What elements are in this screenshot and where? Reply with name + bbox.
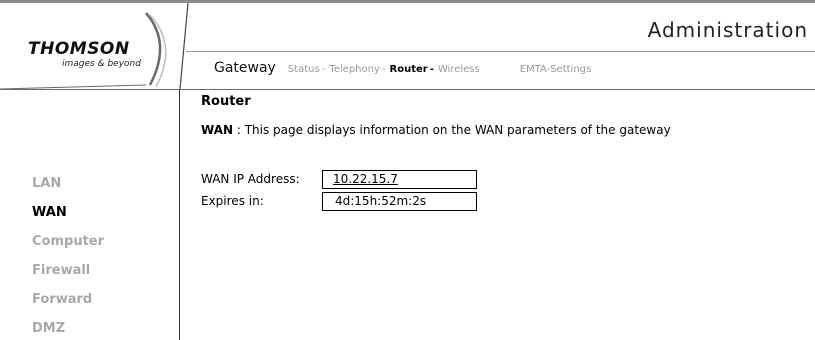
sidebar-item-dmz[interactable]: DMZ [32, 320, 104, 340]
nav-rule [186, 51, 815, 52]
nav-emta-settings[interactable]: EMTA-Settings [520, 64, 592, 75]
nav-separator: - [381, 64, 386, 75]
sidebar: LAN WAN Computer Firewall Forward DMZ [32, 175, 104, 340]
nav-gateway[interactable]: Gateway [214, 60, 276, 76]
nav-telephony[interactable]: Telephony [329, 64, 380, 75]
sidebar-item-forward[interactable]: Forward [32, 291, 104, 320]
header-bottom-rule [0, 89, 815, 90]
sidebar-item-computer[interactable]: Computer [32, 233, 104, 262]
sidebar-item-firewall[interactable]: Firewall [32, 262, 104, 291]
wan-ip-label: WAN IP Address: [201, 172, 300, 186]
sidebar-item-wan[interactable]: WAN [32, 204, 104, 233]
logo-tagline: images & beyond [62, 59, 141, 69]
nav-router[interactable]: Router [390, 64, 428, 75]
page-title: Administration [647, 18, 808, 42]
thomson-logo: THOMSON images & beyond [0, 3, 178, 89]
content-heading: Router [201, 94, 251, 109]
wan-ip-value: 10.22.15.7 [322, 170, 477, 189]
sidebar-item-lan[interactable]: LAN [32, 175, 104, 204]
description-key: WAN [201, 123, 234, 137]
content-description: WAN : This page displays information on … [201, 123, 671, 137]
expires-value: 4d:15h:52m:2s [322, 192, 477, 211]
logo-brand-text: THOMSON [28, 39, 130, 59]
expires-label: Expires in: [201, 194, 264, 208]
sidebar-divider [179, 90, 180, 340]
description-text: : This page displays information on the … [233, 123, 671, 137]
nav-wireless[interactable]: Wireless [438, 64, 480, 75]
nav-status[interactable]: Status [288, 64, 320, 75]
header-diagonal-divider [179, 3, 189, 89]
main-nav: Gateway Status - Telephony - Router - Wi… [214, 60, 591, 76]
nav-separator: - [429, 64, 434, 75]
nav-separator: - [321, 64, 326, 75]
